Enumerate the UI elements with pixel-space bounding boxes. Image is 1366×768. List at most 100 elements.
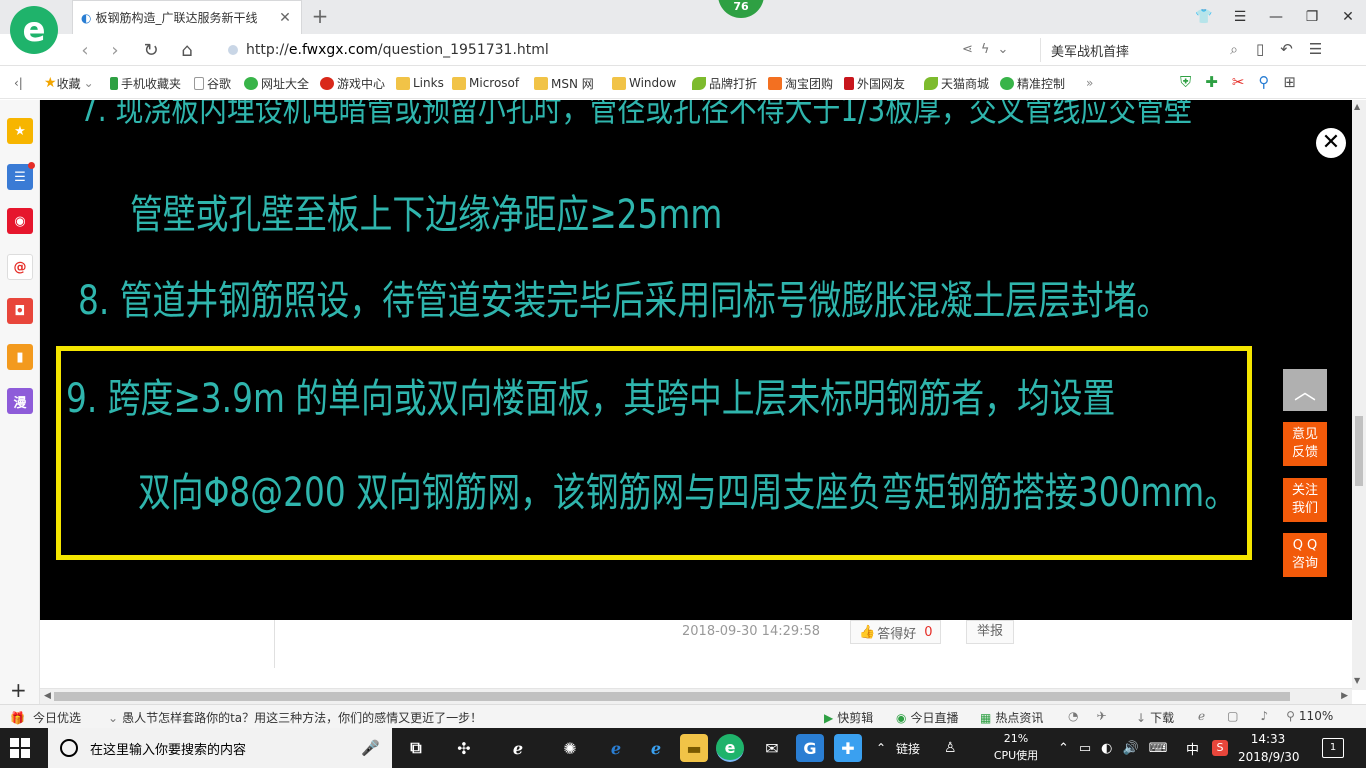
restore-icon[interactable]: ❐ — [1294, 0, 1330, 34]
scroll-right-icon[interactable]: ▶ — [1341, 691, 1348, 701]
back-to-top-button[interactable]: ︿ — [1283, 369, 1327, 411]
bookmark-item[interactable]: 谷歌 — [194, 75, 231, 91]
game-controller-icon[interactable]: ◘ — [7, 298, 33, 324]
weibo-icon[interactable]: ◉ — [7, 208, 33, 234]
bookmark-book-icon[interactable]: ▮ — [7, 344, 33, 370]
bookmark-item[interactable]: 游戏中心 — [320, 75, 385, 91]
ie-blue-icon[interactable]: ℯ — [642, 734, 670, 762]
bookmark-item[interactable]: 网址大全 — [244, 75, 309, 91]
image-close-icon[interactable]: ✕ — [1316, 128, 1346, 158]
bookmark-item[interactable]: 精准控制 — [1000, 75, 1065, 91]
more-bookmarks-icon[interactable]: » — [1086, 75, 1093, 91]
swirl-app-icon[interactable]: ✺ — [556, 734, 584, 762]
scroll-down-icon[interactable]: ▼ — [1354, 676, 1360, 685]
taskbar-search-box[interactable]: 在这里输入你要搜索的内容 🎤 — [48, 728, 392, 768]
action-center-icon[interactable]: 1 — [1322, 738, 1344, 758]
zoom-level[interactable]: 110% — [1299, 709, 1333, 723]
minimize-icon[interactable]: — — [1258, 0, 1294, 34]
favorites-star-icon[interactable]: ★ — [7, 118, 33, 144]
report-button[interactable]: 举报 — [966, 620, 1015, 644]
feedback-button[interactable]: 意见 反馈 — [1283, 422, 1327, 466]
bookmark-item[interactable]: 外国网友 — [844, 75, 905, 91]
bookmark-item[interactable]: Microsof — [452, 75, 519, 91]
g-app-icon[interactable]: G — [796, 734, 824, 762]
fan-app-icon[interactable]: ✣ — [450, 734, 478, 762]
sound-icon[interactable]: ♪ — [1260, 709, 1268, 723]
scroll-up-icon[interactable]: ▲ — [1354, 102, 1360, 111]
mail-icon[interactable]: ✉ — [758, 734, 786, 762]
browser-360-icon[interactable]: e — [716, 734, 744, 762]
bookmark-item[interactable]: 品牌打折 — [692, 75, 757, 91]
tray-link-label[interactable]: 链接 — [896, 728, 920, 768]
edge-icon[interactable]: ℯ — [602, 734, 630, 762]
bookmark-item[interactable]: Links — [396, 75, 444, 91]
window-icon[interactable]: ▢ — [1227, 709, 1238, 723]
menu-icon[interactable]: ☰ — [1222, 0, 1258, 34]
add-extension-icon[interactable]: ✚ — [1205, 73, 1218, 91]
windows-start-icon[interactable] — [10, 738, 30, 758]
bookmark-item[interactable]: 天猫商城 — [924, 75, 989, 91]
news-feed-icon[interactable]: ☰ — [7, 162, 35, 190]
add-sidebar-item-icon[interactable]: + — [10, 678, 27, 702]
undo-icon[interactable]: ↶ — [1280, 40, 1293, 58]
scroll-left-icon[interactable]: ◀ — [44, 691, 51, 701]
bookmark-item[interactable]: ★ 收藏 ⌄ — [44, 75, 94, 91]
file-explorer-icon[interactable]: ▬ — [680, 734, 708, 762]
sogou-ime-icon[interactable]: S — [1212, 728, 1228, 768]
forward-icon[interactable]: › — [102, 38, 128, 62]
collapse-sidebar-icon[interactable]: ‹| — [14, 75, 23, 91]
ie-icon[interactable]: ℯ — [504, 734, 532, 762]
live-link[interactable]: ◉ 今日直播 — [896, 709, 959, 726]
quick-cut-link[interactable]: ▶ 快剪辑 — [824, 709, 873, 726]
ime-indicator[interactable]: 中 — [1186, 728, 1199, 768]
shirt-icon[interactable]: 👕 — [1186, 0, 1222, 34]
like-button[interactable]: 👍 答得好 0 — [850, 620, 942, 644]
home-icon[interactable]: ⌂ — [174, 38, 200, 62]
email-icon[interactable]: @ — [7, 254, 33, 280]
hot-news-link[interactable]: ▦ 热点资讯 — [980, 709, 1043, 726]
microphone-icon[interactable]: 🎤 — [361, 739, 380, 757]
vertical-scroll-thumb[interactable] — [1355, 416, 1363, 486]
scissors-icon[interactable]: ✂ — [1232, 73, 1245, 91]
main-menu-icon[interactable]: ☰ — [1309, 40, 1322, 58]
task-view-icon[interactable]: ⧉ — [402, 734, 430, 762]
horizontal-scrollbar[interactable]: ◀ ▶ — [40, 688, 1352, 704]
new-tab-button[interactable]: + — [308, 4, 332, 28]
search-input[interactable]: 美军战机首摔 — [1051, 41, 1230, 60]
vertical-scrollbar[interactable]: ▲ ▼ — [1352, 100, 1366, 690]
browser-logo-icon[interactable]: e — [10, 6, 58, 54]
manga-icon[interactable]: 漫 — [7, 388, 33, 414]
bookmark-item[interactable]: 手机收藏夹 — [110, 75, 181, 91]
bookmark-item[interactable]: 淘宝团购 — [768, 75, 833, 91]
taskbar-search-input[interactable]: 在这里输入你要搜索的内容 — [90, 739, 361, 758]
search-icon[interactable]: ⌕ — [1230, 42, 1238, 58]
cpu-usage[interactable]: 21% CPU使用 — [990, 730, 1042, 764]
shield-icon[interactable]: ⛨ — [1180, 73, 1191, 91]
tray-overflow-icon[interactable]: ⌃ — [876, 728, 886, 768]
people-icon[interactable]: ♙ — [944, 728, 957, 768]
mobile-icon[interactable]: ▯ — [1256, 40, 1264, 58]
url-input[interactable]: http://e.fwxgx.com/question_1951731.html — [218, 38, 1030, 62]
qq-consult-button[interactable]: Q Q 咨询 — [1283, 533, 1327, 577]
refresh-icon[interactable]: ↻ — [138, 38, 164, 62]
score-badge[interactable]: 76 — [718, 0, 764, 18]
tab-active[interactable]: ◐ 板钢筋构造_广联达服务新干线 ✕ — [72, 0, 302, 34]
apps-grid-icon[interactable]: ⊞ — [1283, 73, 1296, 91]
news-ticker[interactable]: ⌄ 愚人节怎样套路你的ta？用这三种方法，你们的感情又更近了一步！ — [108, 709, 482, 726]
today-pick-link[interactable]: 🎁 今日优选 — [10, 709, 81, 726]
search-box[interactable]: 美军战机首摔 ⌕ — [1040, 38, 1238, 62]
close-window-icon[interactable]: ✕ — [1330, 0, 1366, 34]
download-link[interactable]: ↓ 下载 — [1136, 709, 1174, 726]
back-icon[interactable]: ‹ — [72, 38, 98, 62]
tab-close-icon[interactable]: ✕ — [277, 10, 293, 26]
share-icon[interactable]: ⋖ϟ⌄ — [962, 42, 1016, 57]
bookmark-item[interactable]: MSN 网 — [534, 75, 594, 91]
speed-icon[interactable]: ◔ — [1068, 709, 1078, 723]
follow-us-button[interactable]: 关注 我们 — [1283, 478, 1327, 522]
plus-app-icon[interactable]: ✚ — [834, 734, 862, 762]
system-tray-icons[interactable]: ⌃▭◐🔊⌨ — [1058, 728, 1177, 768]
pin-icon[interactable]: ✈ — [1096, 709, 1106, 723]
magnifier-icon[interactable]: ⚲ — [1258, 73, 1269, 91]
system-clock[interactable]: 14:33 2018/9/30 — [1238, 730, 1300, 766]
bookmark-item[interactable]: Window — [612, 75, 676, 91]
